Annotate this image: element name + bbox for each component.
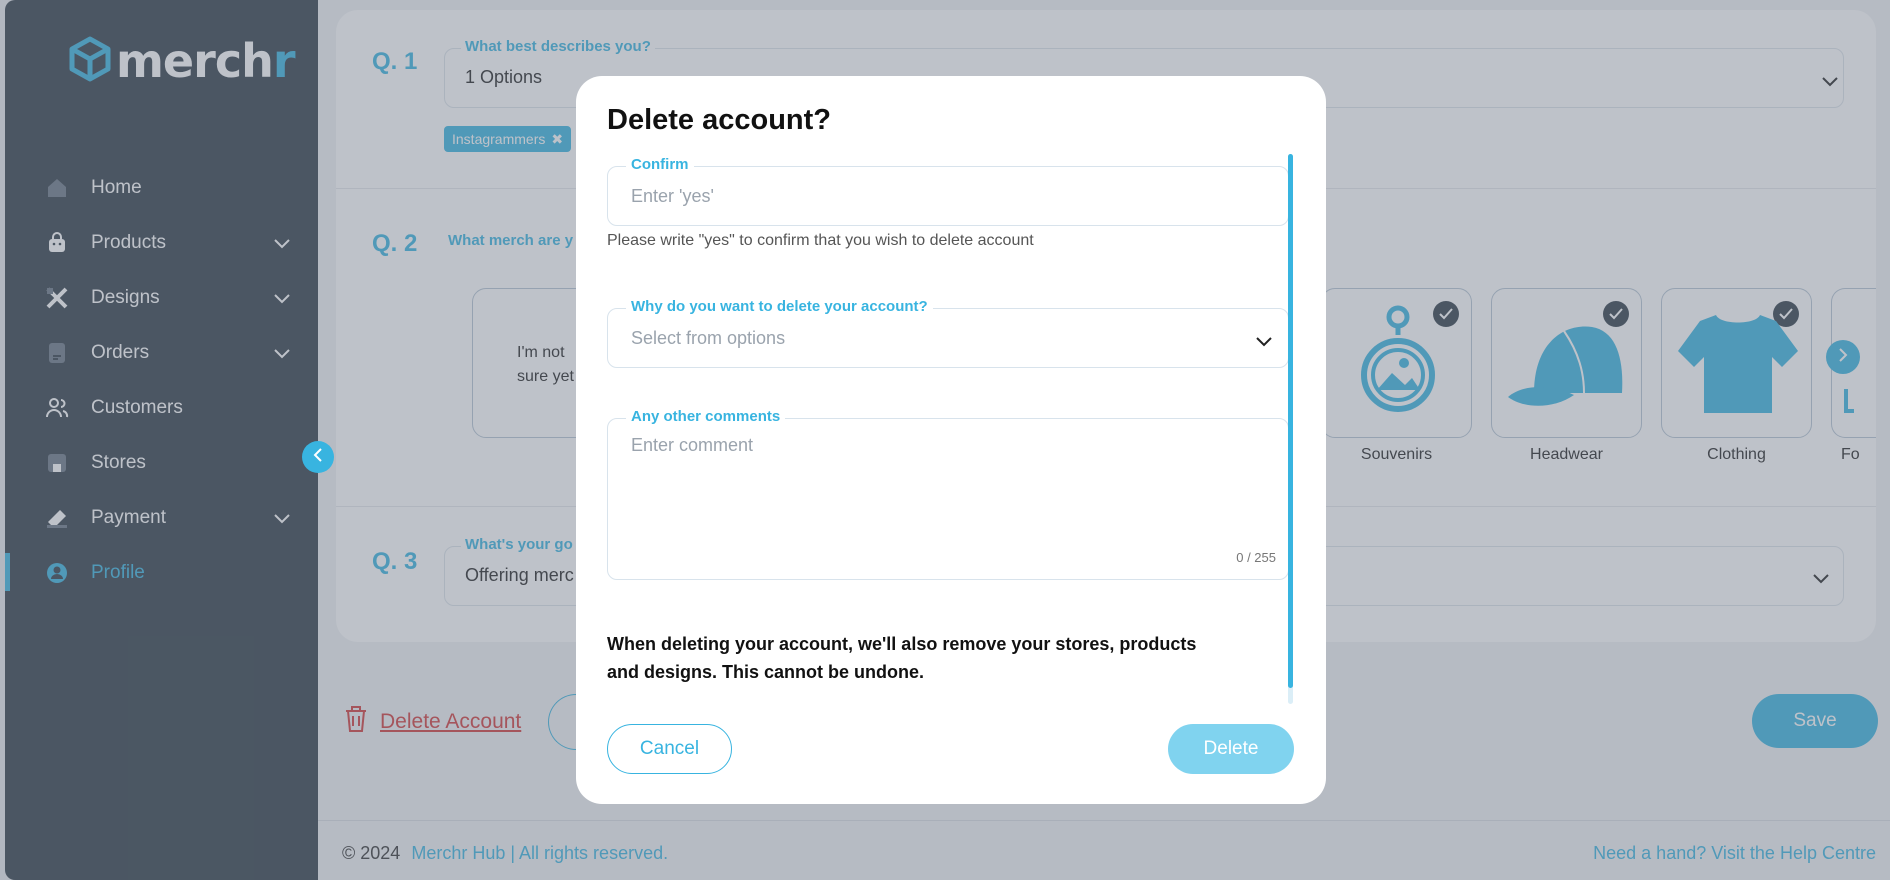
textarea-placeholder: Enter comment: [631, 435, 754, 455]
character-counter: 0 / 255: [1236, 550, 1276, 565]
comments-textarea[interactable]: Any other comments Enter comment 0 / 255: [607, 408, 1289, 580]
field-legend: Any other comments: [626, 408, 786, 425]
delete-button[interactable]: Delete: [1168, 724, 1294, 774]
field-legend: Confirm: [626, 156, 694, 173]
select-placeholder: Select from options: [631, 328, 786, 348]
field-legend: Why do you want to delete your account?: [626, 298, 933, 315]
input-placeholder: Enter 'yes': [631, 186, 714, 206]
warning-text: When deleting your account, we'll also r…: [607, 634, 1197, 682]
chevron-down-icon: [1256, 334, 1272, 352]
confirm-input[interactable]: Confirm Enter 'yes': [607, 156, 1289, 226]
sidebar-collapse-button[interactable]: [302, 441, 334, 473]
scrollbar-thumb[interactable]: [1288, 154, 1293, 688]
reason-select[interactable]: Why do you want to delete your account? …: [607, 298, 1289, 368]
chevron-left-icon: [313, 447, 323, 467]
helper-text: Please write "yes" to confirm that you w…: [607, 232, 1034, 249]
delete-account-modal: Delete account? Confirm Enter 'yes' Plea…: [576, 76, 1326, 804]
modal-title: Delete account?: [607, 104, 831, 136]
cancel-button[interactable]: Cancel: [607, 724, 732, 774]
